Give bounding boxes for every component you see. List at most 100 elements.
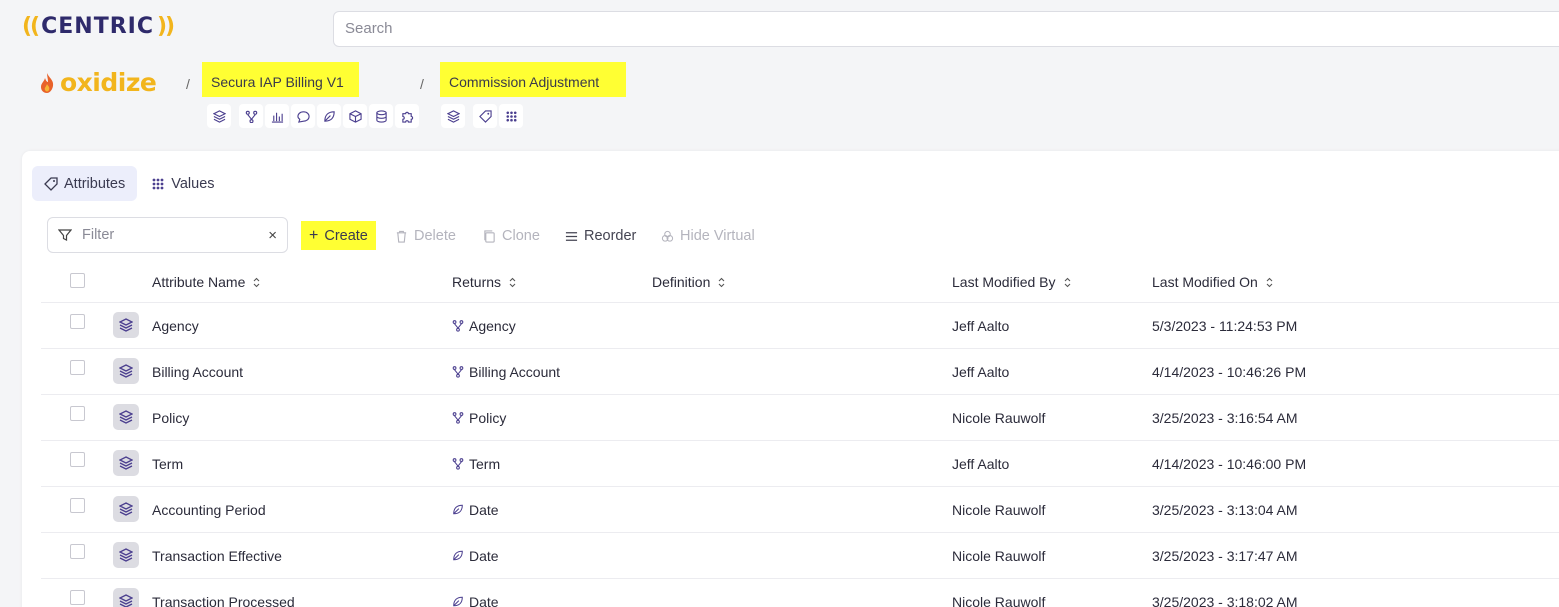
returns-label: Policy [469,409,507,426]
layers-icon [113,358,139,384]
entity-icon-bar [441,104,523,128]
reorder-button[interactable]: Reorder [565,221,636,251]
layers-icon[interactable] [207,104,231,128]
table-row[interactable]: Billing Account Billing Account Jeff Aal… [41,349,1559,395]
plus-icon: + [309,226,319,244]
attribute-name[interactable]: Agency [152,303,199,348]
tab-label: Attributes [64,175,126,192]
column-header-last-modified-on[interactable]: Last Modified On [1152,262,1273,302]
clear-filter-icon[interactable]: × [268,227,277,244]
column-header-definition[interactable]: Definition [652,262,725,302]
list-icon [565,231,578,241]
attribute-name[interactable]: Transaction Processed [152,579,295,607]
search-input[interactable]: Search [333,11,1559,47]
tab-values[interactable]: Values [139,166,226,201]
tab-bar: Attributes Values [32,166,227,201]
logo-paren-right: )) [156,14,175,39]
last-modified-by: Nicole Rauwolf [952,409,1046,426]
last-modified-on: 5/3/2023 - 11:24:53 PM [1152,317,1298,334]
table-row[interactable]: Term Term Jeff Aalto 4/14/2023 - 10:46:0… [41,441,1559,487]
table-row[interactable]: Transaction Effective Date Nicole Rauwol… [41,533,1559,579]
layers-icon [113,496,139,522]
row-checkbox[interactable] [70,406,85,421]
database-icon[interactable] [369,104,393,128]
attribute-name[interactable]: Accounting Period [152,487,266,532]
row-checkbox[interactable] [70,360,85,375]
sort-icon [1266,277,1273,288]
column-header-attribute-name[interactable]: Attribute Name [152,262,260,302]
attributes-panel: Attributes Values Filter × + Create Dele… [22,151,1559,607]
layers-icon [113,312,139,338]
row-checkbox[interactable] [70,498,85,513]
last-modified-by: Jeff Aalto [952,317,1010,334]
relation-icon [452,365,464,378]
project-icon-bar [207,104,419,128]
last-modified-by: Nicole Rauwolf [952,501,1046,518]
bar-chart-icon[interactable] [265,104,289,128]
attribute-name[interactable]: Policy [152,395,189,440]
filter-placeholder: Filter [82,227,115,243]
row-checkbox[interactable] [70,544,85,559]
column-label: Last Modified By [952,274,1056,290]
layers-icon[interactable] [441,104,465,128]
returns-cell: Billing Account [452,349,560,394]
table-row[interactable]: Policy Policy Nicole Rauwolf 3/25/2023 -… [41,395,1559,441]
relation-icon[interactable] [239,104,263,128]
filter-input[interactable]: Filter × [47,217,288,253]
flame-icon [41,72,54,93]
column-label: Attribute Name [152,274,246,290]
returns-label: Agency [469,317,516,334]
table-row[interactable]: Transaction Processed Date Nicole Rauwol… [41,579,1559,607]
row-checkbox[interactable] [70,590,85,605]
last-modified-on: 3/25/2023 - 3:13:04 AM [1152,501,1298,518]
returns-label: Date [469,501,499,518]
returns-cell: Date [452,579,499,607]
row-checkbox[interactable] [70,452,85,467]
returns-label: Term [469,455,501,472]
breadcrumb-separator: / [420,76,424,92]
attribute-name[interactable]: Billing Account [152,349,243,394]
brand-name: oxidize [60,68,157,97]
returns-cell: Date [452,487,499,532]
last-modified-on: 3/25/2023 - 3:16:54 AM [1152,409,1298,426]
column-header-returns[interactable]: Returns [452,262,516,302]
relation-icon [452,457,464,470]
returns-cell: Policy [452,395,506,440]
table-row[interactable]: Accounting Period Date Nicole Rauwolf 3/… [41,487,1559,533]
attributes-table: Attribute Name Returns Definition Last M… [41,262,1559,607]
circles-icon [661,230,674,242]
logo-paren-left: (( [22,14,40,39]
row-checkbox[interactable] [70,314,85,329]
delete-button[interactable]: Delete [395,221,456,251]
breadcrumb-project[interactable]: Secura IAP Billing V1 [202,62,359,97]
leaf-icon [452,549,464,562]
column-label: Definition [652,274,711,290]
delete-label: Delete [414,228,456,244]
tab-attributes[interactable]: Attributes [32,166,138,201]
column-header-last-modified-by[interactable]: Last Modified By [952,262,1071,302]
leaf-icon [452,503,464,516]
tag-icon [44,176,58,191]
oxidize-logo[interactable]: oxidize [38,68,157,97]
returns-label: Date [469,593,499,607]
cube-icon[interactable] [343,104,367,128]
leaf-icon[interactable] [317,104,341,128]
leaf-icon [452,595,464,607]
last-modified-by: Nicole Rauwolf [952,593,1046,607]
table-row[interactable]: Agency Agency Jeff Aalto 5/3/2023 - 11:2… [41,303,1559,349]
centric-logo[interactable]: (( CENTRIC )) [22,14,175,39]
hide-virtual-button[interactable]: Hide Virtual [661,221,755,251]
tag-icon[interactable] [473,104,497,128]
create-button[interactable]: + Create [301,221,376,250]
select-all-checkbox[interactable] [70,273,85,288]
chat-icon[interactable] [291,104,315,128]
attribute-name[interactable]: Term [152,441,183,486]
table-header: Attribute Name Returns Definition Last M… [41,262,1559,303]
breadcrumb-entity[interactable]: Commission Adjustment [440,62,626,97]
clone-button[interactable]: Clone [483,221,540,251]
attribute-name[interactable]: Transaction Effective [152,533,282,578]
reorder-label: Reorder [584,228,637,244]
grid-icon[interactable] [499,104,523,128]
puzzle-icon[interactable] [395,104,419,128]
top-bar: (( CENTRIC )) Search [0,0,1559,60]
